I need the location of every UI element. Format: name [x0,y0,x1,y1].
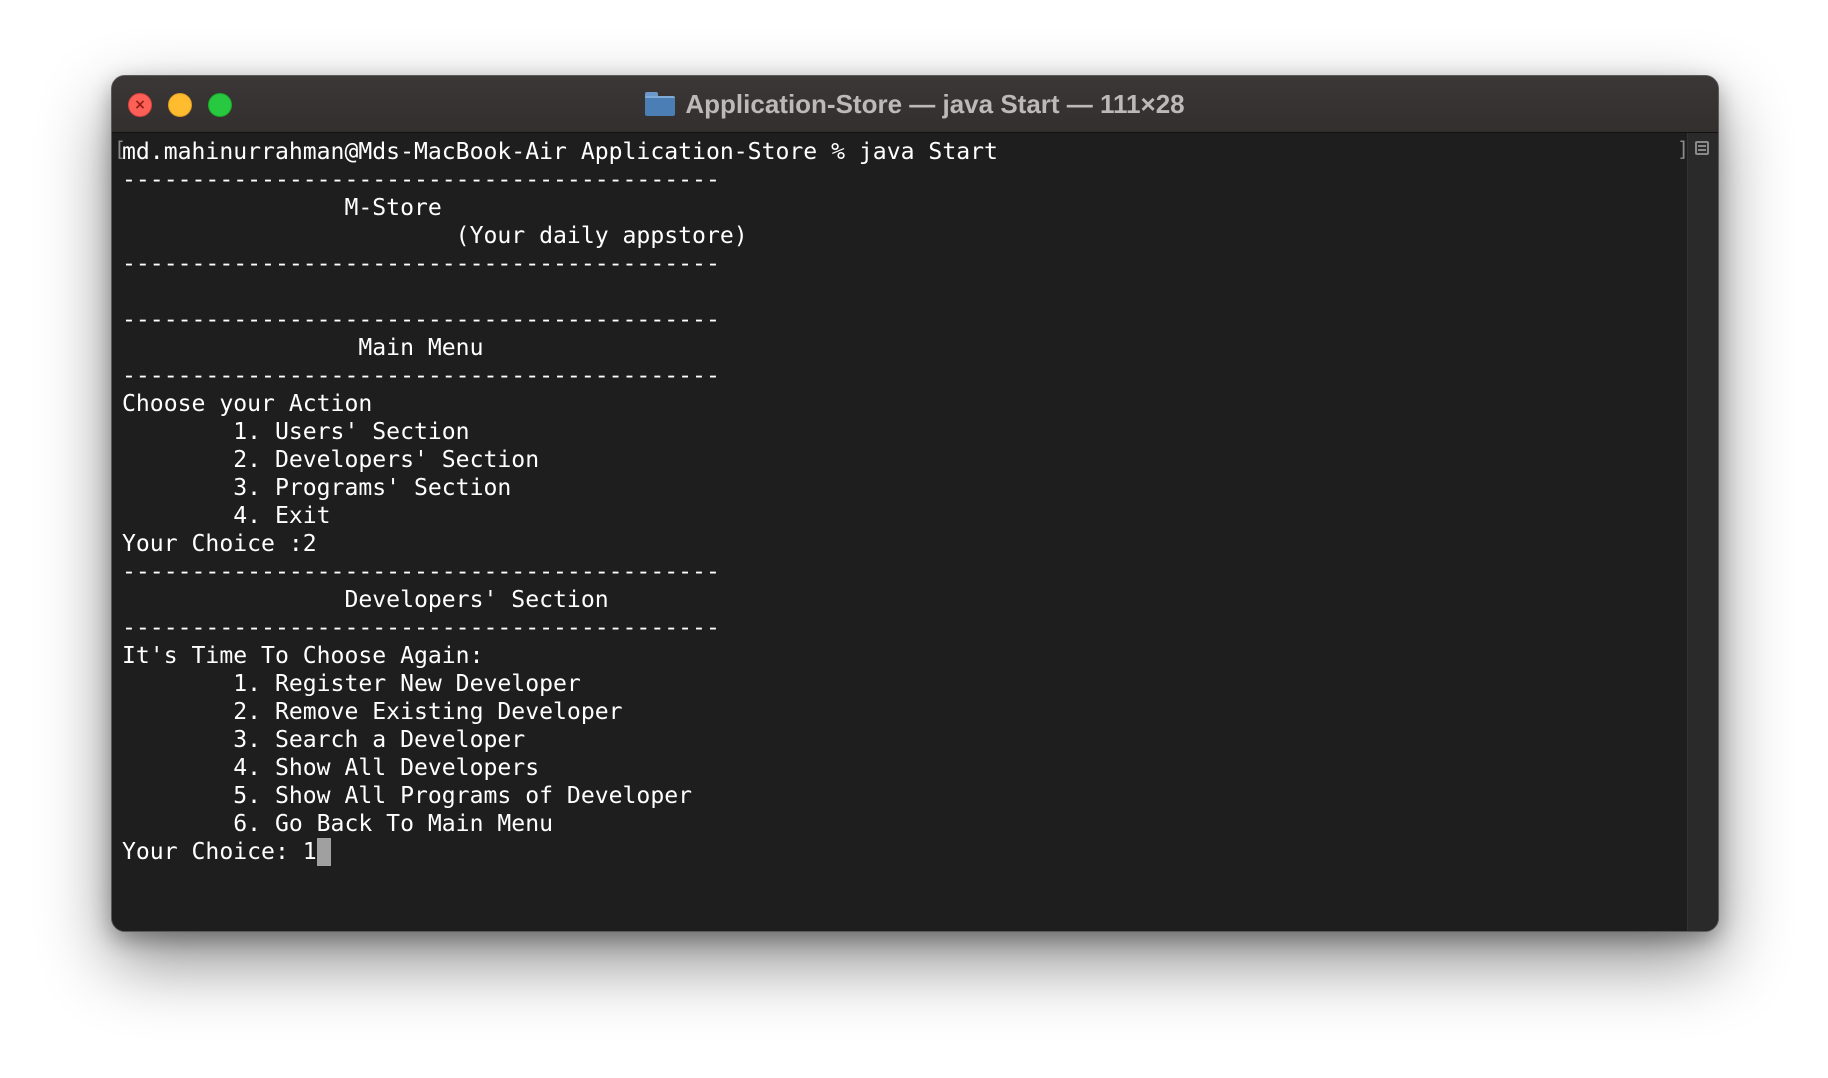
output-line: M-Store [122,195,442,221]
prompt-line: md.mahinurrahman@Mds-MacBook-Air Applica… [122,139,998,165]
output-line: Developers' Section [122,587,609,613]
input-prompt: Your Choice: [122,839,303,865]
output-line: 5. Show All Programs of Developer [122,783,693,809]
title-bar[interactable]: × Application-Store — java Start — 111×2… [112,76,1718,133]
output-line: ----------------------------------------… [122,615,720,641]
output-line: ----------------------------------------… [122,167,720,193]
terminal-window: × Application-Store — java Start — 111×2… [111,75,1719,932]
scroll-gutter[interactable] [1687,133,1718,931]
input-line[interactable]: Your Choice: 1 [122,838,998,866]
text-cursor [316,838,331,866]
output-line: ----------------------------------------… [122,307,720,333]
window-title: Application-Store — java Start — 111×28 [685,88,1185,119]
output-line: 1. Users' Section [122,419,470,445]
output-line: 4. Exit [122,503,331,529]
output-line: 4. Show All Developers [122,755,540,781]
output-line: 2. Developers' Section [122,447,540,473]
output-line: ----------------------------------------… [122,559,720,585]
output-line: ----------------------------------------… [122,251,720,277]
title-container: Application-Store — java Start — 111×28 [112,76,1718,132]
output-line: ----------------------------------------… [122,363,720,389]
output-line: Choose your Action [122,391,373,417]
terminal-content[interactable]: [ ] md.mahinurrahman@Mds-MacBook-Air App… [112,133,1689,931]
output-line: It's Time To Choose Again: [122,643,484,669]
output-line: 3. Search a Developer [122,727,526,753]
output-line: 3. Programs' Section [122,475,512,501]
marks-list-icon[interactable] [1695,141,1709,155]
output-lines: ----------------------------------------… [122,166,998,838]
input-value[interactable]: 1 [303,839,317,865]
output-line: 1. Register New Developer [122,671,581,697]
output-line: Your Choice :2 [122,531,317,557]
terminal-output[interactable]: md.mahinurrahman@Mds-MacBook-Air Applica… [122,138,998,866]
output-line: 2. Remove Existing Developer [122,699,623,725]
output-line: (Your daily appstore) [122,223,748,249]
output-line: 6. Go Back To Main Menu [122,811,554,837]
folder-icon [645,92,676,116]
output-line: Main Menu [122,335,484,361]
